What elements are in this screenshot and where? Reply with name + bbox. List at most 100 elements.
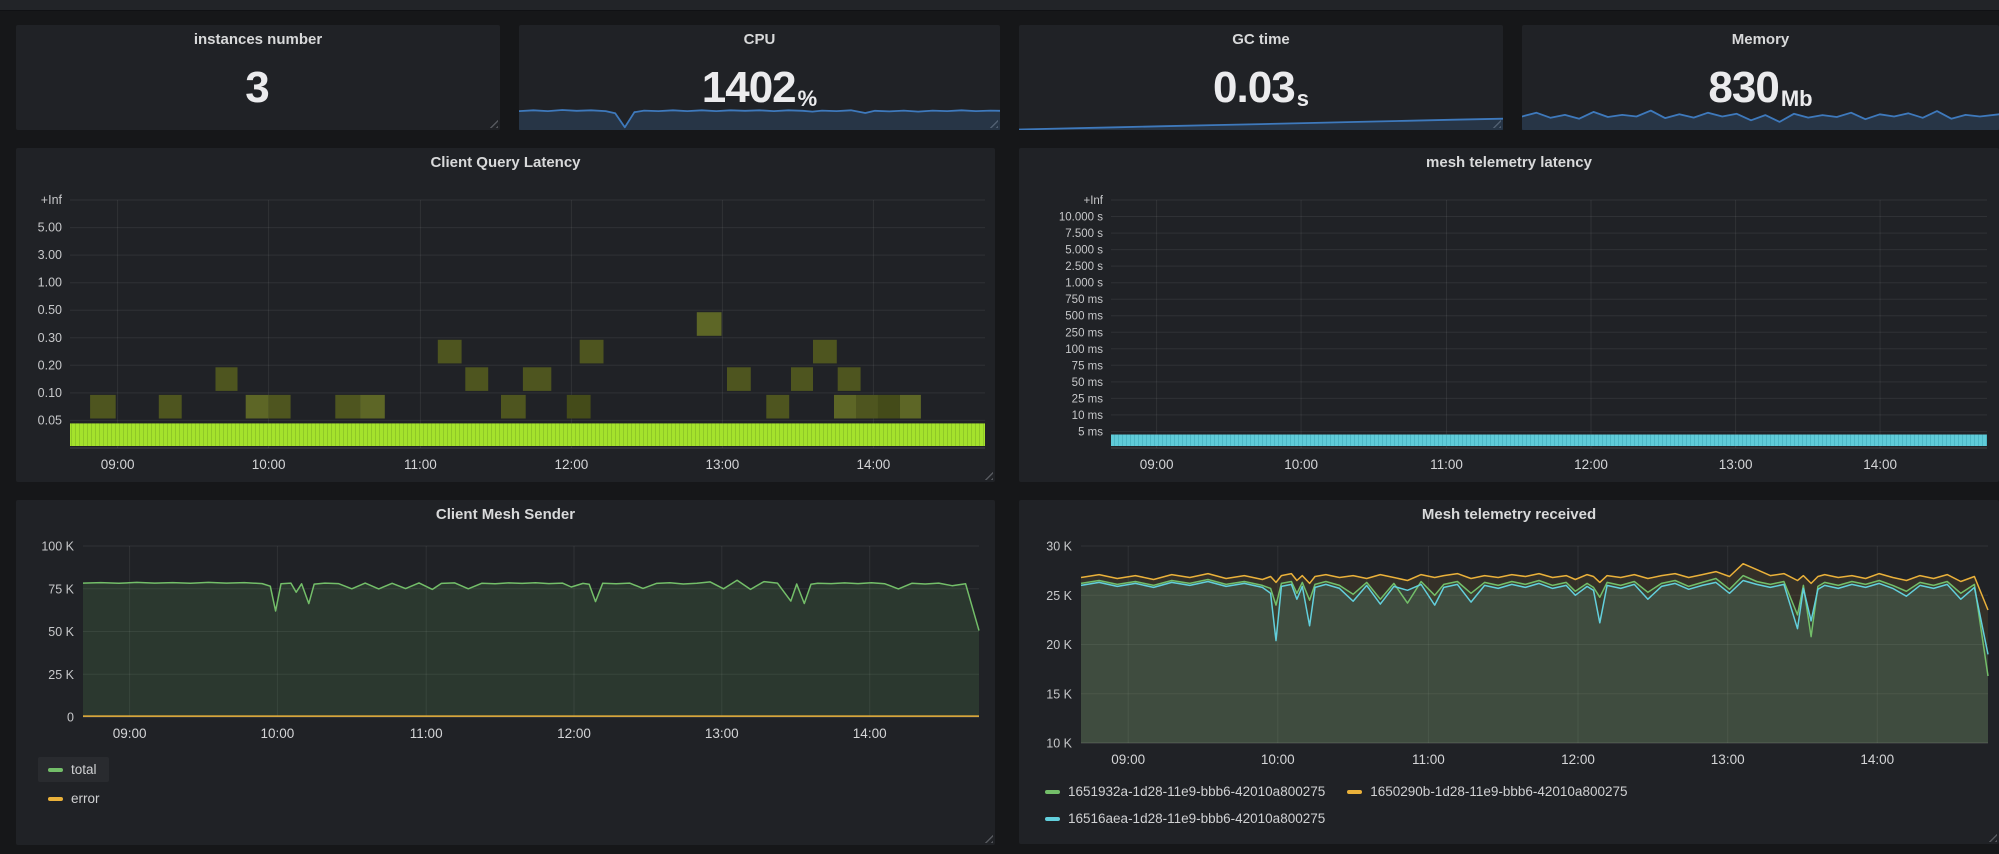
legend-item-total[interactable]: total: [38, 757, 109, 782]
svg-text:500 ms: 500 ms: [1065, 311, 1103, 323]
stat-value-cpu: 1402%: [519, 57, 1000, 119]
mesh-telemetry-received-chart[interactable]: 09:0010:0011:0012:0013:0014:0030 K25 K20…: [1019, 532, 1999, 773]
svg-text:11:00: 11:00: [1412, 752, 1445, 767]
svg-text:12:00: 12:00: [557, 726, 591, 741]
svg-text:75 ms: 75 ms: [1072, 360, 1104, 372]
svg-text:15 K: 15 K: [1046, 687, 1072, 701]
svg-text:3.00: 3.00: [38, 248, 62, 262]
svg-text:1.00: 1.00: [38, 276, 62, 290]
legend-label-total: total: [71, 762, 97, 777]
panel-resize-grip[interactable]: [488, 118, 498, 128]
svg-text:50 ms: 50 ms: [1072, 377, 1104, 389]
svg-text:7.500 s: 7.500 s: [1065, 228, 1103, 240]
mesh-telemetry-received-legend: 1651932a-1d28-11e9-bbb6-42010a800275 1650…: [1035, 779, 1999, 833]
svg-text:25 ms: 25 ms: [1072, 393, 1104, 405]
legend-item-1650290b-1d28-11e9-bbb6-[interactable]: 1650290b-1d28-11e9-bbb6-42010a800275: [1337, 779, 1639, 804]
legend-item-error[interactable]: error: [38, 786, 112, 811]
svg-text:13:00: 13:00: [705, 726, 739, 741]
svg-text:20 K: 20 K: [1046, 638, 1072, 652]
legend-swatch-16516aea-1d28-11e9-bbb6-: [1045, 817, 1060, 821]
panel-title-instances-number[interactable]: instances number: [16, 25, 500, 57]
mesh-telemetry-latency-heatmap[interactable]: 09:00 10:00 11:00 12:00 13:00 14:00 +Inf 10.000…: [1019, 180, 1999, 482]
svg-text:+Inf: +Inf: [1083, 195, 1103, 207]
svg-text:12:00: 12:00: [1561, 752, 1595, 767]
legend-swatch-1650290b-1d28-11e9-bbb6-: [1347, 790, 1362, 794]
legend-label-1650290b-1d28-11e9-bbb6-: 1650290b-1d28-11e9-bbb6-42010a800275: [1370, 784, 1627, 799]
svg-text:10.000 s: 10.000 s: [1059, 212, 1103, 224]
top-toolbar-edge: [0, 0, 1999, 11]
stat-number: 3: [245, 63, 268, 113]
svg-text:10:00: 10:00: [252, 457, 286, 472]
client-query-latency-heatmap[interactable]: 09:0010:0011:0012:0013:0014:00+Inf5.003.…: [16, 180, 995, 482]
svg-text:09:00: 09:00: [1140, 457, 1174, 472]
legend-item-16516aea-1d28-11e9-bbb6-[interactable]: 16516aea-1d28-11e9-bbb6-42010a800275: [1035, 806, 1337, 831]
panel-cpu: CPU 1402%: [519, 25, 1000, 130]
svg-text:100 ms: 100 ms: [1065, 344, 1103, 356]
svg-text:12:00: 12:00: [555, 457, 589, 472]
svg-text:09:00: 09:00: [101, 457, 135, 472]
legend-row: error: [38, 786, 995, 811]
svg-text:14:00: 14:00: [857, 457, 891, 472]
panel-instances-number: instances number 3: [16, 25, 500, 130]
legend-item-1651932a-1d28-11e9-bbb6-[interactable]: 1651932a-1d28-11e9-bbb6-42010a800275: [1035, 779, 1337, 804]
svg-text:0.30: 0.30: [38, 331, 62, 345]
svg-text:11:00: 11:00: [404, 457, 437, 472]
panel-client-mesh-sender: Client Mesh Sender 09:0010:0011:0012:001…: [16, 500, 995, 845]
svg-text:10:00: 10:00: [1284, 457, 1318, 472]
panel-mesh-telemetry-received: Mesh telemetry received 09:0010:0011:001…: [1019, 500, 1999, 844]
legend-row: 1651932a-1d28-11e9-bbb6-42010a800275 1650…: [1035, 779, 1999, 804]
panel-resize-grip[interactable]: [983, 833, 993, 843]
svg-text:11:00: 11:00: [1430, 457, 1463, 472]
svg-text:30 K: 30 K: [1046, 540, 1072, 554]
panel-title-gc-time[interactable]: GC time: [1019, 25, 1503, 57]
legend-label-1651932a-1d28-11e9-bbb6-: 1651932a-1d28-11e9-bbb6-42010a800275: [1068, 784, 1325, 799]
panel-gc-time: GC time 0.03s: [1019, 25, 1503, 130]
stat-number: 0.03: [1213, 63, 1295, 113]
panel-mesh-telemetry-latency: mesh telemetry latency 09:00 10:00 11:00 12…: [1019, 148, 1999, 482]
svg-text:75 K: 75 K: [48, 582, 74, 596]
svg-text:0.10: 0.10: [38, 386, 62, 400]
svg-text:25 K: 25 K: [48, 668, 74, 682]
client-mesh-sender-chart[interactable]: 09:0010:0011:0012:0013:0014:00100 K75 K5…: [16, 532, 995, 747]
svg-text:0.50: 0.50: [38, 303, 62, 317]
svg-text:12:00: 12:00: [1574, 457, 1608, 472]
svg-text:750 ms: 750 ms: [1065, 294, 1103, 306]
svg-text:14:00: 14:00: [853, 726, 887, 741]
stat-value-gc-time: 0.03s: [1019, 57, 1503, 119]
svg-text:13:00: 13:00: [706, 457, 740, 472]
svg-text:10:00: 10:00: [1261, 752, 1295, 767]
svg-text:5.000 s: 5.000 s: [1065, 245, 1103, 257]
panel-title-client-mesh-sender[interactable]: Client Mesh Sender: [16, 500, 995, 532]
stat-value-memory: 830Mb: [1522, 57, 1999, 119]
panel-resize-grip[interactable]: [1987, 832, 1997, 842]
svg-text:14:00: 14:00: [1860, 752, 1894, 767]
svg-text:50 K: 50 K: [48, 625, 74, 639]
svg-text:1.000 s: 1.000 s: [1065, 278, 1103, 290]
stat-number: 830: [1708, 63, 1778, 113]
legend-label-16516aea-1d28-11e9-bbb6-: 16516aea-1d28-11e9-bbb6-42010a800275: [1068, 811, 1325, 826]
svg-text:14:00: 14:00: [1863, 457, 1897, 472]
svg-text:11:00: 11:00: [410, 726, 443, 741]
svg-text:100 K: 100 K: [41, 540, 74, 554]
stat-number: 1402: [702, 63, 796, 113]
svg-text:0.05: 0.05: [38, 413, 62, 427]
panel-title-memory[interactable]: Memory: [1522, 25, 1999, 57]
stat-unit: %: [798, 86, 818, 119]
stat-unit: Mb: [1781, 86, 1813, 119]
panel-title-cpu[interactable]: CPU: [519, 25, 1000, 57]
legend-swatch-error: [48, 797, 63, 801]
panel-title-mesh-telemetry-received[interactable]: Mesh telemetry received: [1019, 500, 1999, 532]
svg-text:09:00: 09:00: [113, 726, 147, 741]
svg-text:13:00: 13:00: [1719, 457, 1753, 472]
panel-title-client-query-latency[interactable]: Client Query Latency: [16, 148, 995, 180]
svg-text:25 K: 25 K: [1046, 589, 1072, 603]
svg-text:5.00: 5.00: [38, 221, 62, 235]
legend-swatch-total: [48, 768, 63, 772]
svg-text:2.500 s: 2.500 s: [1065, 261, 1103, 273]
legend-row: total: [38, 757, 995, 782]
svg-text:5 ms: 5 ms: [1078, 427, 1103, 439]
svg-text:10 ms: 10 ms: [1072, 410, 1104, 422]
panel-title-mesh-telemetry-latency[interactable]: mesh telemetry latency: [1019, 148, 1999, 180]
svg-text:13:00: 13:00: [1711, 752, 1745, 767]
panel-client-query-latency: Client Query Latency 09:00 10:00 11:00 12:0…: [16, 148, 995, 482]
